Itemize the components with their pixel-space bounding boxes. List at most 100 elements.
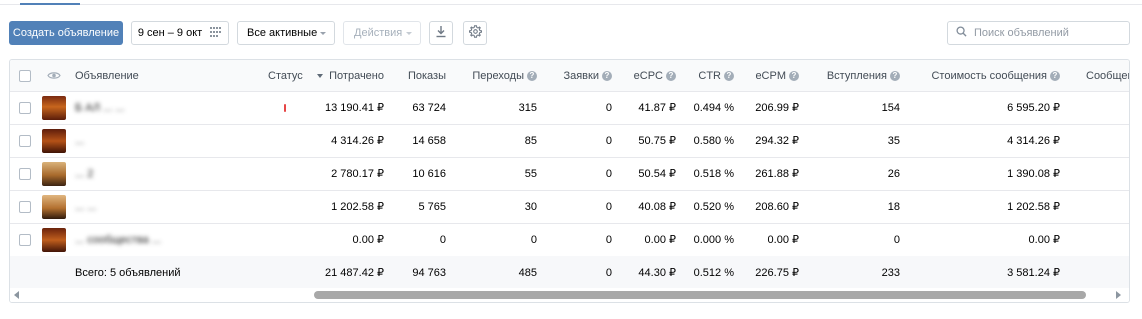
scrollbar-thumb[interactable] <box>314 291 1086 299</box>
actions-dropdown[interactable]: Действия <box>343 21 421 45</box>
ad-title[interactable]: Б АЛ ... ... <box>75 91 125 124</box>
col-header-messages[interactable]: Сообщен <box>1086 60 1129 91</box>
settings-button[interactable] <box>463 21 487 45</box>
col-header-ad[interactable]: Объявление <box>75 60 139 91</box>
col-header-ctr-label: CTR <box>698 69 721 82</box>
horizontal-scrollbar[interactable] <box>10 288 1129 302</box>
row-checkbox[interactable] <box>19 167 31 180</box>
question-icon[interactable]: ? <box>666 70 676 81</box>
table-row[interactable]: ... 2 2 780.17 ₽ 10 616 55 0 50.54 ₽ 0.5… <box>10 157 1129 191</box>
joins-value: 154 <box>881 101 900 114</box>
select-all-checkbox[interactable] <box>19 69 31 82</box>
row-checkbox[interactable] <box>19 134 31 147</box>
ecpc-value: 0.00 ₽ <box>644 234 676 246</box>
ctr-value: 0.494 % <box>693 101 734 114</box>
ecpm-value: 294.32 ₽ <box>755 135 799 147</box>
impressions-value: 63 724 <box>412 101 446 114</box>
joins-value: 26 <box>887 167 900 180</box>
scroll-left-arrow-icon[interactable] <box>14 291 19 299</box>
col-header-ecpm-label: eCPM <box>755 69 786 82</box>
download-button[interactable] <box>429 21 453 45</box>
clicks-value: 85 <box>524 134 537 147</box>
status-filter-dropdown[interactable]: Все активные <box>237 21 335 45</box>
impressions-value: 5 765 <box>418 200 446 213</box>
question-icon[interactable]: ? <box>724 70 734 81</box>
row-checkbox[interactable] <box>19 233 31 246</box>
applications-value: 0 <box>605 101 612 114</box>
sort-down-icon <box>317 73 324 78</box>
question-icon[interactable]: ? <box>890 70 900 81</box>
clicks-value: 55 <box>524 167 537 180</box>
table-row[interactable]: ... сообщества ... 0.00 ₽ 0 0 0 0.00 ₽ 0… <box>10 223 1129 257</box>
msg-cost-value: 1 202.58 ₽ <box>1007 201 1060 213</box>
ad-thumbnail[interactable] <box>42 91 66 124</box>
table-total-row: Всего: 5 объявлений 21 487.42 ₽ 94 763 4… <box>10 256 1129 289</box>
table-row[interactable]: Б АЛ ... ... 13 190.41 ₽ 63 724 315 0 41… <box>10 91 1129 125</box>
chevron-down-icon <box>320 31 326 35</box>
ecpm-value: 261.88 ₽ <box>755 168 799 180</box>
ecpm-value: 0.00 ₽ <box>767 234 799 246</box>
total-clicks: 485 <box>518 266 537 279</box>
clicks-value: 0 <box>530 233 537 246</box>
top-divider <box>0 4 1142 5</box>
ad-title[interactable]: ... 2 <box>75 157 93 190</box>
date-range-label: 9 сен – 9 окт <box>137 27 203 39</box>
question-icon[interactable]: ? <box>602 70 612 81</box>
search-icon <box>956 26 967 40</box>
ad-thumbnail[interactable] <box>42 124 66 157</box>
scroll-right-arrow-icon[interactable] <box>1116 291 1121 299</box>
col-header-joins-label: Вступления <box>826 69 887 82</box>
question-icon[interactable]: ? <box>789 70 799 81</box>
table-row[interactable]: ... 4 314.26 ₽ 14 658 85 0 50.75 ₽ 0.580… <box>10 124 1129 158</box>
col-header-applications-label: Заявки <box>563 69 599 82</box>
status-filter-label: Все активные <box>247 27 318 39</box>
total-ctr: 0.512 % <box>693 266 734 279</box>
table-row[interactable]: ... ... 1 202.58 ₽ 5 765 30 0 40.08 ₽ 0.… <box>10 190 1129 224</box>
msg-cost-value: 0.00 ₽ <box>1028 234 1060 246</box>
search-box[interactable] <box>947 21 1130 45</box>
col-header-ecpc[interactable]: eCPC ? <box>620 60 676 91</box>
question-icon[interactable]: ? <box>1050 70 1060 81</box>
ad-thumbnail[interactable] <box>42 157 66 190</box>
ad-title[interactable]: ... <box>75 124 84 157</box>
date-range-button[interactable]: 9 сен – 9 окт <box>131 21 229 45</box>
search-input[interactable] <box>974 27 1124 39</box>
ecpm-value: 208.60 ₽ <box>755 201 799 213</box>
col-header-impressions[interactable]: Показы <box>390 60 446 91</box>
total-ecpc: 44.30 ₽ <box>638 267 676 279</box>
active-tab-underline <box>20 3 80 5</box>
ad-title[interactable]: ... сообщества ... <box>75 223 161 256</box>
eye-icon[interactable] <box>47 60 61 91</box>
col-header-applications[interactable]: Заявки ? <box>550 60 612 91</box>
col-header-msg-cost[interactable]: Стоимость сообщения ? <box>930 60 1060 91</box>
col-header-ctr[interactable]: CTR ? <box>686 60 734 91</box>
applications-value: 0 <box>605 167 612 180</box>
col-header-ecpc-label: eCPC <box>633 69 663 82</box>
ad-thumbnail[interactable] <box>42 223 66 256</box>
actions-label: Действия <box>354 27 403 39</box>
col-header-clicks[interactable]: Переходы ? <box>460 60 537 91</box>
col-header-joins[interactable]: Вступления ? <box>820 60 900 91</box>
applications-value: 0 <box>605 233 612 246</box>
ctr-value: 0.518 % <box>693 167 734 180</box>
gear-icon <box>468 25 482 41</box>
row-checkbox[interactable] <box>19 101 31 114</box>
clicks-value: 315 <box>518 101 537 114</box>
total-ecpm: 226.75 ₽ <box>755 267 799 279</box>
create-ad-button[interactable]: Создать объявление <box>9 21 123 45</box>
total-msg-cost: 3 581.24 ₽ <box>1007 267 1060 279</box>
calendar-grid-icon <box>210 26 222 40</box>
impressions-value: 0 <box>439 233 446 246</box>
row-checkbox[interactable] <box>19 200 31 213</box>
chevron-down-icon <box>406 31 412 35</box>
spent-value: 4 314.26 ₽ <box>331 135 384 147</box>
col-header-status[interactable]: Статус <box>268 60 303 91</box>
toolbar: Создать объявление 9 сен – 9 окт Все акт… <box>9 21 1133 45</box>
col-header-spent[interactable]: Потрачено <box>306 60 384 91</box>
col-header-ecpm[interactable]: eCPM ? <box>744 60 799 91</box>
ad-thumbnail[interactable] <box>42 190 66 223</box>
applications-value: 0 <box>605 134 612 147</box>
ecpc-value: 41.87 ₽ <box>638 102 676 114</box>
ad-title[interactable]: ... ... <box>75 190 96 223</box>
question-icon[interactable]: ? <box>527 70 537 81</box>
